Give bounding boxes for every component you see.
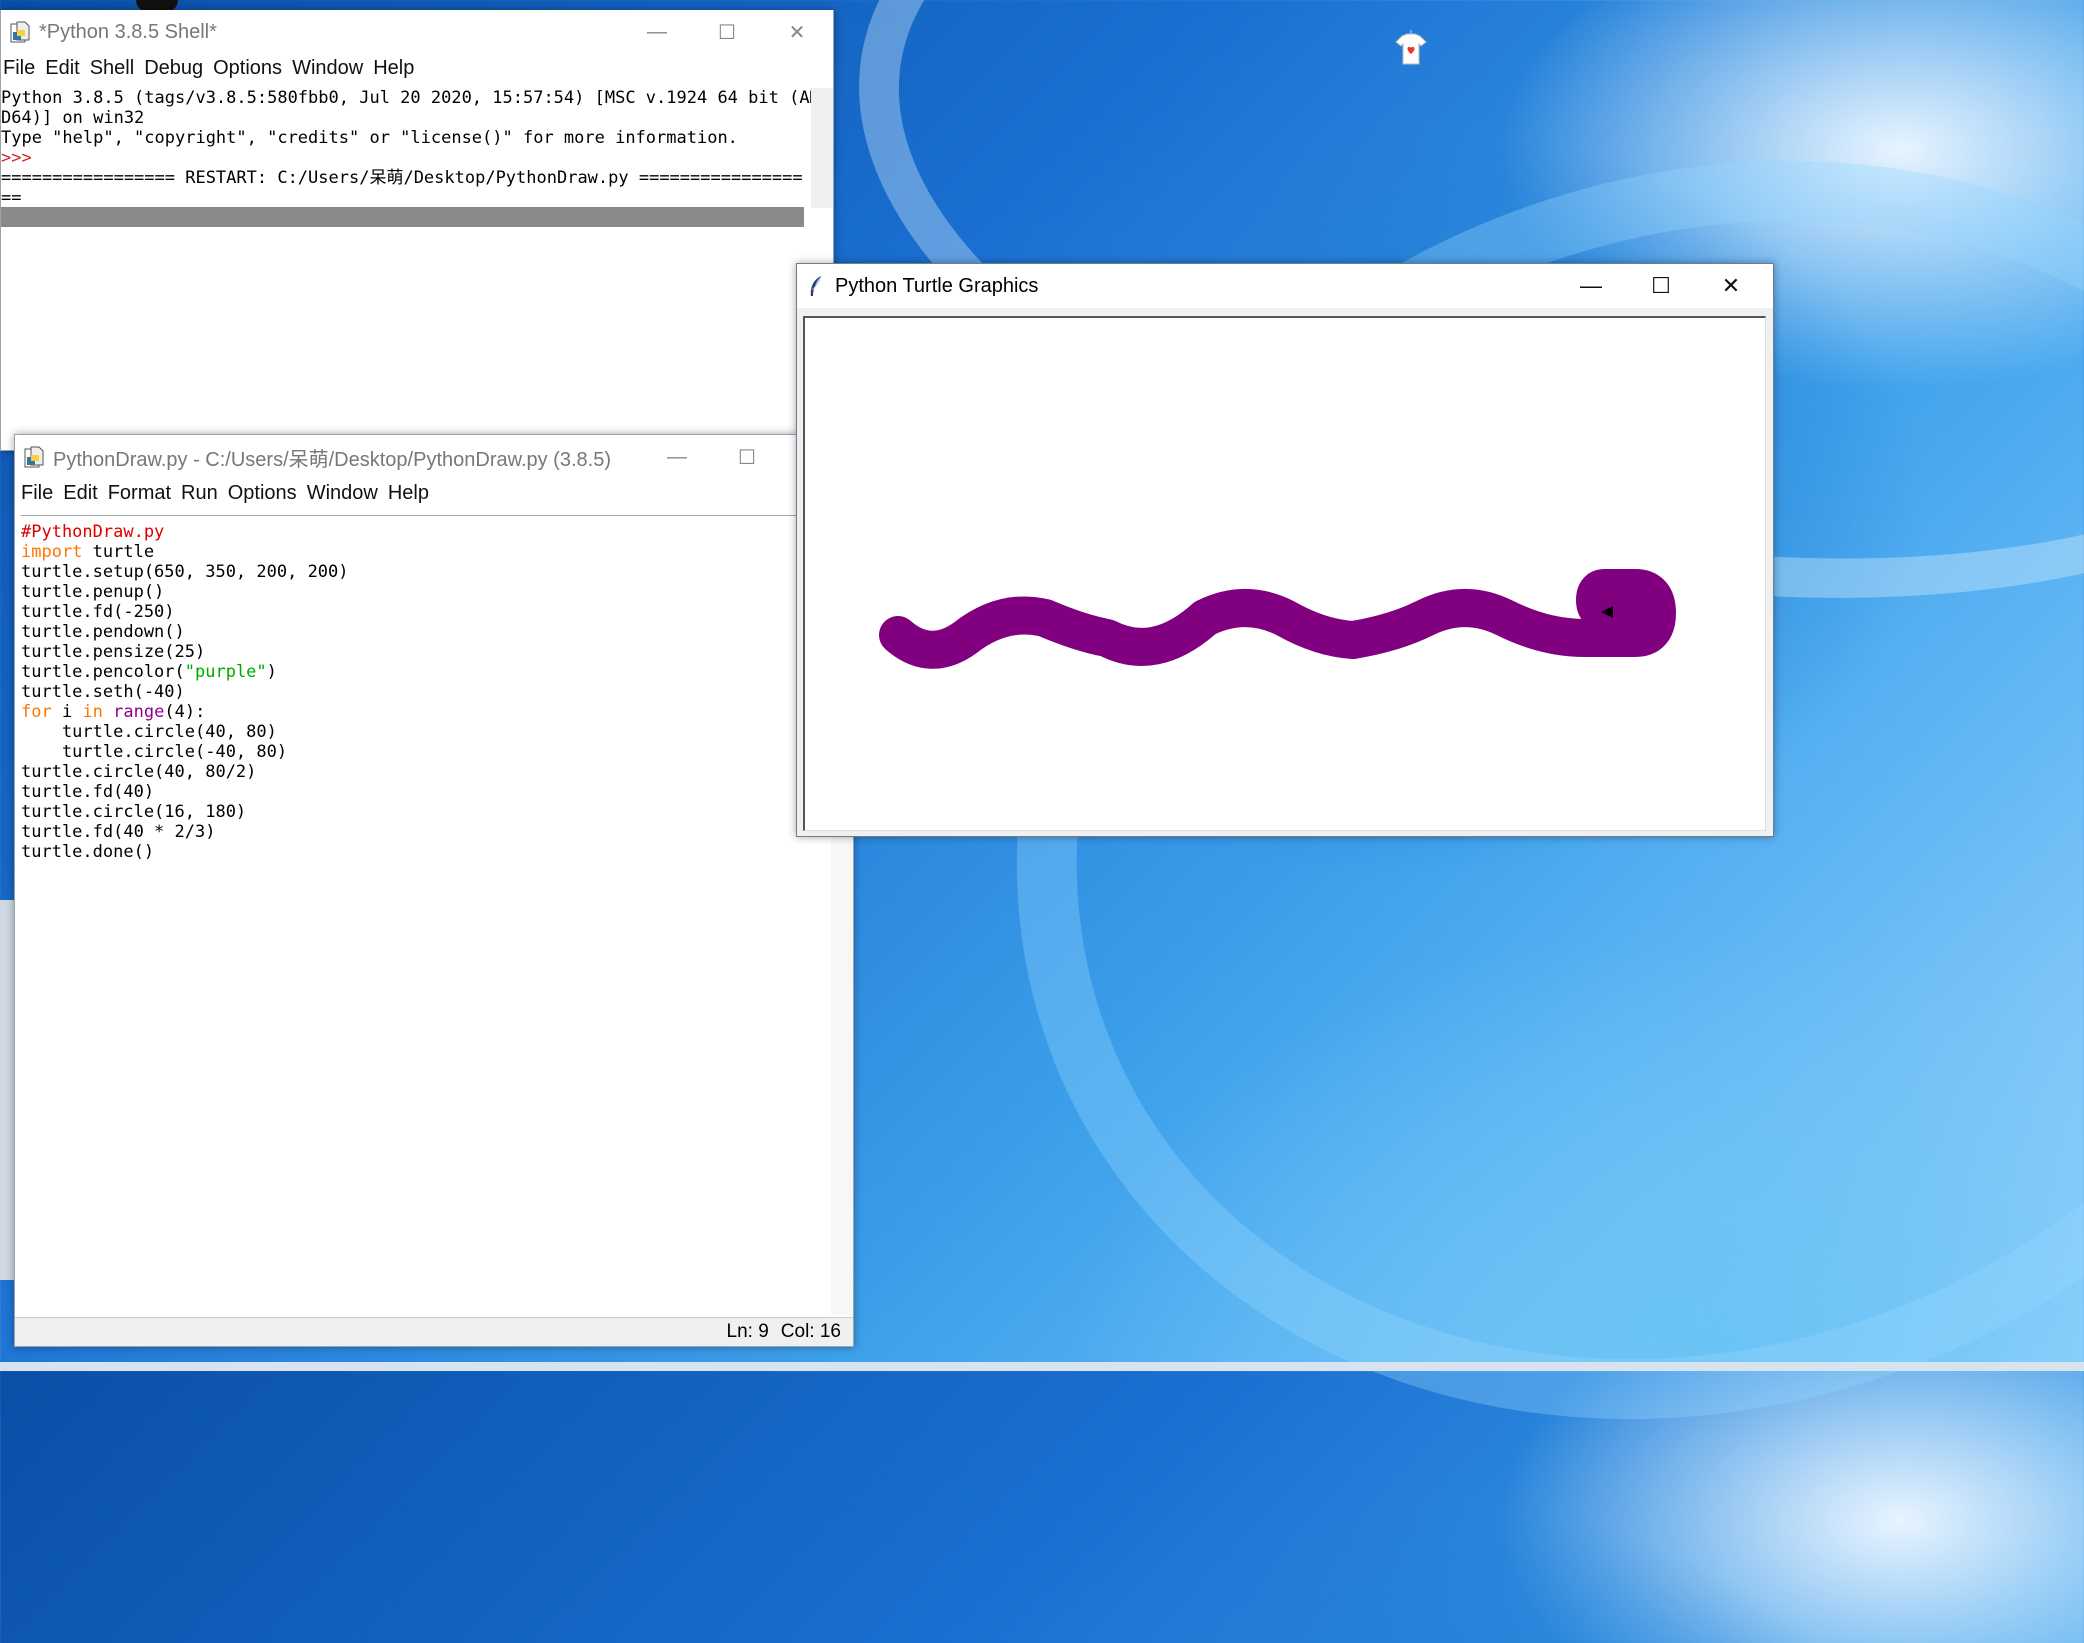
shell-line: Type "help", "copyright", "credits" or "… <box>1 128 738 148</box>
code-line: import turtle <box>21 542 821 562</box>
shell-line: Python 3.8.5 (tags/v3.8.5:580fbb0, Jul 2… <box>1 88 820 108</box>
idle-python-icon <box>24 446 44 468</box>
menu-edit[interactable]: Edit <box>63 482 97 505</box>
feather-icon <box>810 275 822 296</box>
menu-options[interactable]: Options <box>228 482 297 505</box>
status-column: Col: 16 <box>780 1321 841 1342</box>
code-line: turtle.circle(16, 180) <box>21 802 247 822</box>
code-text: i <box>51 702 83 722</box>
code-text: turtle <box>82 542 155 562</box>
shell-title: *Python 3.8.5 Shell* <box>39 20 217 43</box>
code-line: turtle.seth(-40) <box>21 682 185 702</box>
code-line: turtle.fd(40) <box>21 782 155 802</box>
menu-help[interactable]: Help <box>373 57 414 80</box>
close-button[interactable]: ✕ <box>763 10 831 54</box>
maximize-button[interactable]: ☐ <box>693 10 761 54</box>
code-text: (4): <box>164 702 206 722</box>
minimize-button[interactable]: — <box>1557 264 1625 308</box>
maximize-button[interactable]: ☐ <box>713 435 781 479</box>
code-line: turtle.circle(-40, 80) <box>21 742 288 762</box>
minimize-button[interactable]: — <box>643 435 711 479</box>
taskbar-edge <box>0 1362 2084 1371</box>
editor-statusbar: Ln: 9 Col: 16 <box>15 1317 853 1346</box>
code-keyword: for <box>21 702 52 722</box>
menu-edit[interactable]: Edit <box>45 57 79 80</box>
code-string: "purple" <box>184 662 267 682</box>
shell-prompt: >>> <box>1 148 32 168</box>
editor-menubar: File Edit Format Run Options Window Help <box>15 479 853 507</box>
code-comment: #PythonDraw.py <box>21 522 165 542</box>
menu-run[interactable]: Run <box>181 482 218 505</box>
code-line: #PythonDraw.py <box>21 522 821 542</box>
code-line: turtle.circle(40, 80) <box>21 722 277 742</box>
menu-options[interactable]: Options <box>213 57 282 80</box>
shell-output[interactable]: Python 3.8.5 (tags/v3.8.5:580fbb0, Jul 2… <box>1 88 820 208</box>
turtle-graphics-window: Python Turtle Graphics — ☐ ✕ <box>796 263 1774 837</box>
close-button[interactable]: ✕ <box>1697 264 1765 308</box>
code-line: turtle.done() <box>21 842 155 862</box>
code-keyword: in <box>82 702 103 722</box>
turtle-titlebar[interactable]: Python Turtle Graphics — ☐ ✕ <box>797 264 1773 308</box>
code-line: turtle.setup(650, 350, 200, 200) <box>21 562 349 582</box>
code-line: turtle.fd(-250) <box>21 602 175 622</box>
shell-restart-line: ================= RESTART: C:/Users/呆萌/D… <box>1 168 803 188</box>
editor-titlebar[interactable]: PythonDraw.py - C:/Users/呆萌/Desktop/Pyth… <box>15 435 853 479</box>
code-line: turtle.pendown() <box>21 622 185 642</box>
turtle-canvas[interactable] <box>803 316 1766 831</box>
shell-current-line <box>1 207 804 227</box>
idle-python-icon <box>10 21 30 43</box>
shell-scrollbar[interactable] <box>811 88 833 208</box>
menu-file[interactable]: File <box>3 57 35 80</box>
code-line: turtle.penup() <box>21 582 165 602</box>
menu-file[interactable]: File <box>21 482 53 505</box>
code-line: turtle.circle(40, 80/2) <box>21 762 257 782</box>
code-line: for i in range(4): <box>21 702 821 722</box>
minimize-button[interactable]: — <box>623 10 691 54</box>
python-snake-drawing <box>879 569 1676 669</box>
shell-menubar: File Edit Shell Debug Options Window Hel… <box>1 54 833 82</box>
shell-restart-tail: == <box>1 188 22 208</box>
code-line: turtle.fd(40 * 2/3) <box>21 822 216 842</box>
code-line: turtle.pensize(25) <box>21 642 206 662</box>
code-text: ) <box>266 662 277 682</box>
turtle-drawing <box>879 569 1676 669</box>
idle-editor-window: PythonDraw.py - C:/Users/呆萌/Desktop/Pyth… <box>14 434 854 1347</box>
editor-title: PythonDraw.py - C:/Users/呆萌/Desktop/Pyth… <box>53 448 611 471</box>
menu-shell[interactable]: Shell <box>90 57 134 80</box>
code-text: turtle.pencolor( <box>21 662 185 682</box>
shell-line: D64)] on win32 <box>1 108 145 128</box>
code-keyword: import <box>21 542 83 562</box>
status-line: Ln: 9 <box>726 1321 769 1342</box>
menu-window[interactable]: Window <box>307 482 378 505</box>
menu-help[interactable]: Help <box>388 482 429 505</box>
shell-titlebar[interactable]: *Python 3.8.5 Shell* — ☐ ✕ <box>1 10 833 54</box>
turtle-title: Python Turtle Graphics <box>835 274 1039 297</box>
tshirt-icon <box>1395 30 1427 65</box>
menu-format[interactable]: Format <box>108 482 171 505</box>
idle-shell-window: *Python 3.8.5 Shell* — ☐ ✕ File Edit She… <box>0 10 834 451</box>
maximize-button[interactable]: ☐ <box>1627 264 1695 308</box>
code-editor[interactable]: #PythonDraw.py import turtle turtle.setup(… <box>21 515 821 862</box>
menu-window[interactable]: Window <box>292 57 363 80</box>
code-line: turtle.pencolor("purple") <box>21 662 821 682</box>
code-builtin: range <box>113 702 165 722</box>
menu-debug[interactable]: Debug <box>144 57 203 80</box>
